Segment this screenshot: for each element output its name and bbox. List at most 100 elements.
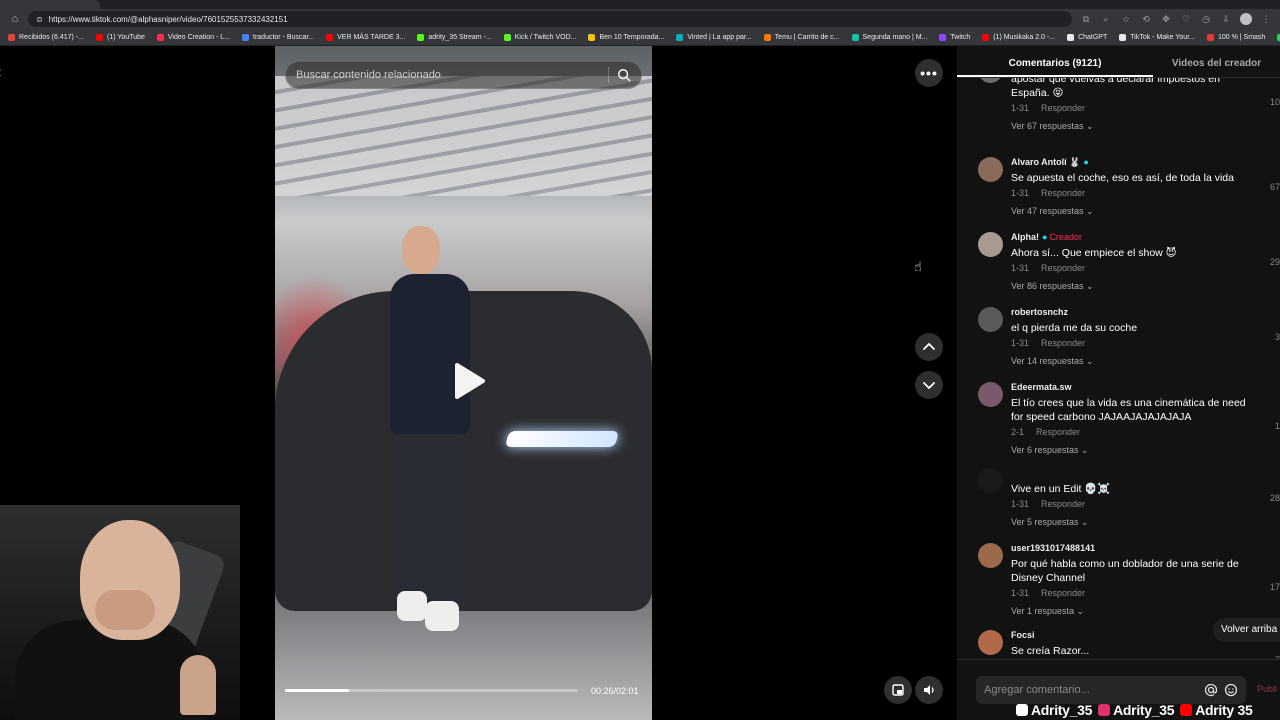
more-options-button[interactable]: ••• [915, 59, 943, 87]
username-text: Alpha! [1011, 232, 1039, 242]
emoji-icon[interactable] [1224, 683, 1238, 697]
reply-button[interactable]: Responder [1041, 499, 1085, 509]
comment-text: Vive en un Edit 💀☠️ [1011, 483, 1111, 495]
bookmark-item[interactable]: TikTok - Make Your... [1115, 33, 1199, 41]
bookmark-item[interactable]: ChatGPT [1063, 33, 1111, 41]
floating-player-button[interactable] [884, 676, 912, 704]
bookmark-favicon-icon [763, 33, 771, 41]
bookmark-item[interactable]: adrity_35 Stream -... [413, 33, 495, 41]
view-replies-button[interactable]: Ver 6 respuestas ⌄ [1011, 445, 1089, 456]
bookmark-item[interactable]: (1) Musikaka 2.0 -... [978, 33, 1059, 41]
menu-icon[interactable]: ⋮ [1260, 13, 1272, 25]
favorites-icon[interactable]: ♡ [1180, 13, 1192, 25]
next-video-button[interactable] [915, 371, 943, 399]
reply-button[interactable]: Responder [1041, 103, 1085, 113]
comment-meta: 1-31 Responder [1011, 588, 1085, 598]
bookmark-item[interactable]: Vinted | La app par... [672, 33, 755, 41]
publish-button[interactable]: Publi [1257, 684, 1277, 694]
bookmark-favicon-icon [95, 33, 103, 41]
download-icon[interactable]: ⇩ [1220, 13, 1232, 25]
mention-icon[interactable] [1204, 683, 1218, 697]
username-text: Edeermata.sw [1011, 382, 1072, 392]
bookmark-star-icon[interactable]: ☆ [1120, 13, 1132, 25]
related-search-input[interactable] [296, 69, 608, 81]
history-icon[interactable]: ◷ [1200, 13, 1212, 25]
bookmark-item[interactable]: (1) WhatsApp [1273, 33, 1280, 41]
profile-avatar[interactable] [1240, 13, 1252, 25]
bookmark-item[interactable]: Ben 10 Temporada... [584, 33, 668, 41]
avatar[interactable] [978, 232, 1003, 257]
previous-video-button[interactable] [915, 333, 943, 361]
avatar[interactable] [978, 630, 1003, 655]
bookmark-label: (1) YouTube [106, 33, 145, 41]
bookmark-item[interactable]: Kick / Twitch VOD... [500, 33, 581, 41]
search-icon[interactable] [617, 68, 631, 82]
zoom-icon[interactable]: ⌕ [1100, 13, 1112, 25]
avatar[interactable] [978, 157, 1003, 182]
video-progress-bar[interactable] [285, 689, 578, 692]
avatar[interactable] [978, 78, 1003, 83]
volume-button[interactable] [915, 676, 943, 704]
video-frame-garage-door [275, 76, 652, 196]
comment-input[interactable] [984, 684, 1198, 696]
bookmark-item[interactable]: Twitch [935, 33, 974, 41]
bookmark-item[interactable]: 100 % | Smash [1203, 33, 1269, 41]
reply-button[interactable]: Responder [1041, 338, 1085, 348]
bookmark-item[interactable]: Recibidos (6.417) -... [4, 33, 88, 41]
like-count[interactable]: 67 [1270, 182, 1280, 192]
back-to-top-button[interactable]: Volver arriba [1213, 618, 1280, 642]
bookmark-item[interactable]: VER MÁS TARDE 3... [322, 33, 409, 41]
bookmark-item[interactable]: Segunda mano | M... [848, 33, 932, 41]
bookmark-item[interactable]: traductor - Buscar... [238, 33, 318, 41]
social-handle: Adrity_35 [1016, 702, 1092, 718]
reply-button[interactable]: Responder [1041, 588, 1085, 598]
comment-username[interactable]: Focsi [1011, 630, 1035, 640]
avatar[interactable] [978, 468, 1003, 493]
bookmark-item[interactable]: (1) YouTube [92, 33, 149, 41]
like-count[interactable]: 1 [1275, 421, 1280, 431]
like-count[interactable]: 28 [1270, 493, 1280, 503]
browser-tab[interactable] [0, 0, 100, 9]
like-count[interactable]: 17 [1270, 582, 1280, 592]
view-replies-button[interactable]: Ver 5 respuestas ⌄ [1011, 517, 1089, 528]
view-replies-button[interactable]: Ver 14 respuestas ⌄ [1011, 356, 1094, 367]
username-text: Alvaro Antolí 🐰 [1011, 157, 1081, 167]
reply-button[interactable]: Responder [1036, 427, 1080, 437]
address-bar[interactable]: ⊜ https://www.tiktok.com/@alphasniper/vi… [28, 11, 1072, 27]
extension-icon[interactable]: ⟲ [1140, 13, 1152, 25]
like-count[interactable]: 29 [1270, 257, 1280, 267]
view-replies-button[interactable]: Ver 86 respuestas ⌄ [1011, 281, 1094, 292]
view-replies-button[interactable]: Ver 47 respuestas ⌄ [1011, 206, 1094, 217]
install-app-icon[interactable]: ⧉ [1080, 13, 1092, 25]
play-icon[interactable] [445, 359, 489, 403]
back-arrow-icon[interactable]: ‹ [0, 64, 1, 82]
bookmark-favicon-icon [982, 33, 990, 41]
comments-list[interactable]: apostar que vuelvas a declarar impuestos… [957, 78, 1280, 658]
comment-username[interactable]: robertosnchz [1011, 307, 1068, 317]
reply-button[interactable]: Responder [1041, 263, 1085, 273]
username-text: user1931017488141 [1011, 543, 1096, 553]
bookmark-item[interactable]: Video Creation - L... [153, 33, 234, 41]
avatar[interactable] [978, 307, 1003, 332]
comment-username[interactable]: user1931017488141 [1011, 543, 1095, 553]
reply-button[interactable]: Responder [1041, 188, 1085, 198]
bookmark-favicon-icon [676, 33, 684, 41]
comment-date: 2-1 [1011, 427, 1025, 437]
avatar[interactable] [978, 382, 1003, 407]
avatar[interactable] [978, 543, 1003, 568]
view-replies-button[interactable]: Ver 1 respuesta ⌄ [1011, 606, 1084, 617]
comment-username[interactable]: Alpha! ● Creador [1011, 232, 1082, 242]
like-count[interactable]: 3 [1275, 332, 1280, 342]
view-replies-button[interactable]: Ver 67 respuestas ⌄ [1011, 121, 1094, 132]
like-count[interactable]: 7 [1275, 655, 1280, 658]
site-info-icon[interactable]: ⊜ [36, 15, 43, 24]
tab-comments[interactable]: Comentarios (9121) [957, 46, 1153, 77]
comment-username[interactable]: Alvaro Antolí 🐰 ● [1011, 157, 1089, 168]
home-icon[interactable]: ⌂ [8, 12, 22, 26]
video-player[interactable]: 00:26/02:01 [275, 46, 652, 720]
puzzle-icon[interactable]: ✥ [1160, 13, 1172, 25]
comment-username[interactable]: Edeermata.sw [1011, 382, 1072, 392]
bookmark-item[interactable]: Temu | Carrito de c... [760, 33, 844, 41]
tab-creator-videos[interactable]: Videos del creador [1153, 46, 1280, 77]
like-count[interactable]: 10 [1270, 97, 1280, 107]
